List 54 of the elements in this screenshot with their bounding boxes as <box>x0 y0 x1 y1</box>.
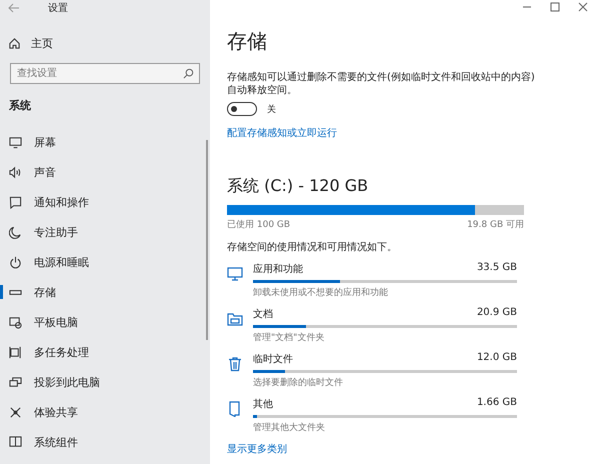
sidebar-item[interactable]: 专注助手 <box>0 217 200 247</box>
project-icon <box>9 376 22 388</box>
category-name[interactable]: 文档 <box>253 307 273 321</box>
category-hint: 选择要删除的临时文件 <box>253 376 343 389</box>
multitask-icon <box>9 346 22 358</box>
sidebar-item[interactable]: 电源和睡眠 <box>0 247 200 277</box>
category-name[interactable]: 其他 <box>253 397 273 411</box>
category-hint: 卸载未使用或不想要的应用和功能 <box>253 286 388 299</box>
close-button[interactable] <box>578 2 588 12</box>
tablet-icon <box>9 316 22 328</box>
monitor-icon <box>9 136 22 148</box>
monitor-icon <box>227 266 243 282</box>
sidebar-item[interactable]: 体验共享 <box>0 397 200 427</box>
sidebar-item[interactable]: 屏幕 <box>0 127 200 157</box>
home-item[interactable]: 主页 <box>31 36 53 51</box>
sidebar-item[interactable]: 通知和操作 <box>0 187 200 217</box>
description-text: 存储感知可以通过删除不需要的文件(例如临时文件和回收站中的内容)自动释放空间。 <box>227 71 536 97</box>
sidebar-item[interactable]: 多任务处理 <box>0 337 200 367</box>
home-icon <box>8 37 21 50</box>
configure-link[interactable]: 配置存储感知或立即运行 <box>227 126 337 140</box>
drive-title: 系统 (C:) - 120 GB <box>227 176 370 197</box>
category-size: 1.66 GB <box>476 397 517 410</box>
sidebar-item[interactable]: 存储 <box>0 277 200 307</box>
sidebar-item[interactable]: 投影到此电脑 <box>0 367 200 397</box>
search-icon <box>183 68 194 79</box>
speaker-icon <box>9 166 22 178</box>
category-size: 33.5 GB <box>476 262 517 275</box>
maximize-button[interactable] <box>550 2 560 12</box>
toggle-label: 关 <box>267 104 276 116</box>
search-field[interactable]: 查找设置 <box>10 63 200 84</box>
moon-icon <box>9 226 22 238</box>
usage-intro-text: 存储空间的使用情况和可用情况如下。 <box>227 240 398 254</box>
component-icon <box>9 436 22 448</box>
message-icon <box>9 196 22 208</box>
category-name[interactable]: 应用和功能 <box>253 262 303 276</box>
share-icon <box>9 406 22 418</box>
show-more-link[interactable]: 显示更多类别 <box>227 442 287 456</box>
window-title: 设置 <box>48 2 68 15</box>
category-name[interactable]: 临时文件 <box>253 352 293 366</box>
category-hint: 管理其他大文件夹 <box>253 422 325 434</box>
section-heading: 系统 <box>8 98 32 114</box>
sidebar-item[interactable]: 系统组件 <box>0 427 200 457</box>
trash-icon <box>227 356 243 372</box>
sidebar-item[interactable]: 声音 <box>0 157 200 187</box>
category-size: 12.0 GB <box>476 352 517 365</box>
category-size: 20.9 GB <box>476 307 517 320</box>
folder-icon <box>227 311 243 327</box>
used-space-text: 已使用 100 GB <box>227 218 290 231</box>
page-title: 存储 <box>227 28 268 55</box>
free-space-text: 19.8 GB 可用 <box>467 219 524 231</box>
power-icon <box>9 256 22 268</box>
toggle-switch[interactable] <box>227 102 257 116</box>
category-hint: 管理"文档"文件夹 <box>253 332 324 344</box>
sidebar-item[interactable]: 平板电脑 <box>0 307 200 337</box>
